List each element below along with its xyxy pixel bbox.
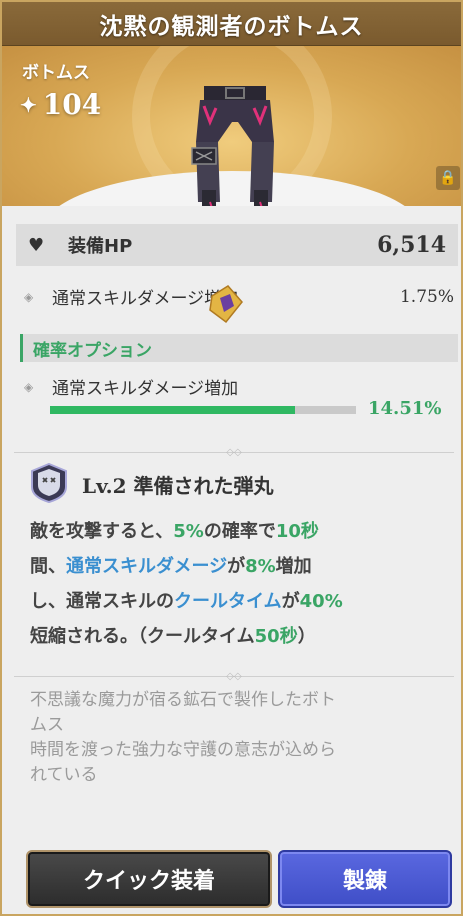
desc-keyword: クールタイム: [174, 591, 282, 612]
skill-desc-line: 敵を攻撃すると、5%の確率で10秒: [30, 514, 450, 549]
item-detail-panel: 沈黙の観測者のボトムス ボトムス ✦ 104 🔒 ♥ 装備HP 6,514 ◈ …: [0, 0, 463, 916]
flavor-line: れている: [30, 765, 98, 785]
desc-text: の確率で: [203, 521, 276, 542]
skill-desc-line: し、通常スキルのクールタイムが40%: [30, 584, 450, 619]
ore-gem-icon: [209, 285, 243, 324]
item-level: ✦ 104: [20, 88, 101, 121]
desc-text: 増加: [275, 556, 312, 577]
sparkle-icon: ✦: [20, 92, 37, 117]
probability-option-title: 確率オプション: [33, 340, 152, 361]
divider-ornament-icon: ◇◇: [226, 671, 242, 682]
desc-text: し、通常スキルの: [30, 591, 174, 612]
skill-title: Lv.2 準備された弾丸: [82, 474, 274, 498]
divider-ornament-icon: ◇◇: [226, 447, 242, 458]
skill-description: 敵を攻撃すると、5%の確率で10秒 間、通常スキルダメージが8%増加 し、通常ス…: [30, 514, 450, 654]
item-type-label: ボトムス: [22, 63, 90, 83]
desc-keyword: 通常スキルダメージ: [66, 556, 228, 577]
sub-stat-value: 1.75%: [399, 286, 454, 307]
forge-button[interactable]: 製錬: [278, 850, 452, 908]
heart-icon: ♥: [28, 234, 45, 256]
desc-highlight: 40%: [299, 591, 343, 612]
skill-desc-line: 短縮される。（クールタイム50秒）: [30, 619, 450, 654]
desc-highlight: 50秒: [254, 626, 298, 647]
desc-text: が: [281, 591, 300, 612]
item-level-value: 104: [42, 88, 102, 121]
lock-icon[interactable]: 🔒: [436, 166, 460, 190]
flavor-text: 不思議な魔力が宿る鉱石で製作したボト ムス 時間を渡った強力な守護の意志が込めら…: [30, 688, 450, 788]
probability-stat-label: 通常スキルダメージ増加: [52, 379, 239, 399]
main-stat-row: ♥ 装備HP 6,514: [16, 224, 458, 266]
desc-text: ）: [297, 626, 316, 647]
skill-desc-line: 間、通常スキルダメージが8%増加: [30, 549, 450, 584]
diamond-bullet-icon: ◈: [24, 379, 34, 394]
skill-shield-icon: [31, 463, 67, 503]
flavor-line: ムス: [30, 715, 64, 735]
quick-equip-button[interactable]: クイック装着: [26, 850, 272, 908]
probability-progress-fill: [50, 406, 295, 414]
item-title: 沈黙の観測者のボトムス: [99, 13, 364, 40]
item-hero: ボトムス ✦ 104 🔒: [2, 46, 461, 206]
bottoms-item-image: [191, 86, 274, 206]
desc-highlight: 5%: [173, 521, 204, 542]
probability-stat-value: 14.51%: [368, 398, 442, 419]
flavor-line: 時間を渡った強力な守護の意志が込めら: [30, 740, 336, 760]
diamond-bullet-icon: ◈: [24, 289, 34, 304]
probability-option-header: 確率オプション: [20, 334, 458, 362]
desc-text: 間、: [30, 556, 66, 577]
probability-stat-row: ◈ 通常スキルダメージ増加: [24, 374, 454, 399]
desc-highlight: 8%: [245, 556, 276, 577]
quick-equip-label: クイック装着: [82, 869, 215, 894]
desc-text: 短縮される。（クールタイム: [30, 626, 255, 647]
title-bar: 沈黙の観測者のボトムス: [2, 2, 461, 46]
main-stat-label: 装備HP: [68, 236, 133, 257]
section-divider: ◇◇: [14, 447, 454, 458]
probability-progress-bar: [50, 406, 356, 414]
main-stat-value: 6,514: [377, 232, 446, 258]
desc-text: 敵を攻撃すると、: [30, 521, 174, 542]
desc-highlight: 10秒: [275, 521, 319, 542]
forge-label: 製錬: [342, 869, 387, 894]
desc-text: が: [227, 556, 246, 577]
section-divider: ◇◇: [14, 671, 454, 682]
flavor-line: 不思議な魔力が宿る鉱石で製作したボト: [30, 690, 336, 710]
